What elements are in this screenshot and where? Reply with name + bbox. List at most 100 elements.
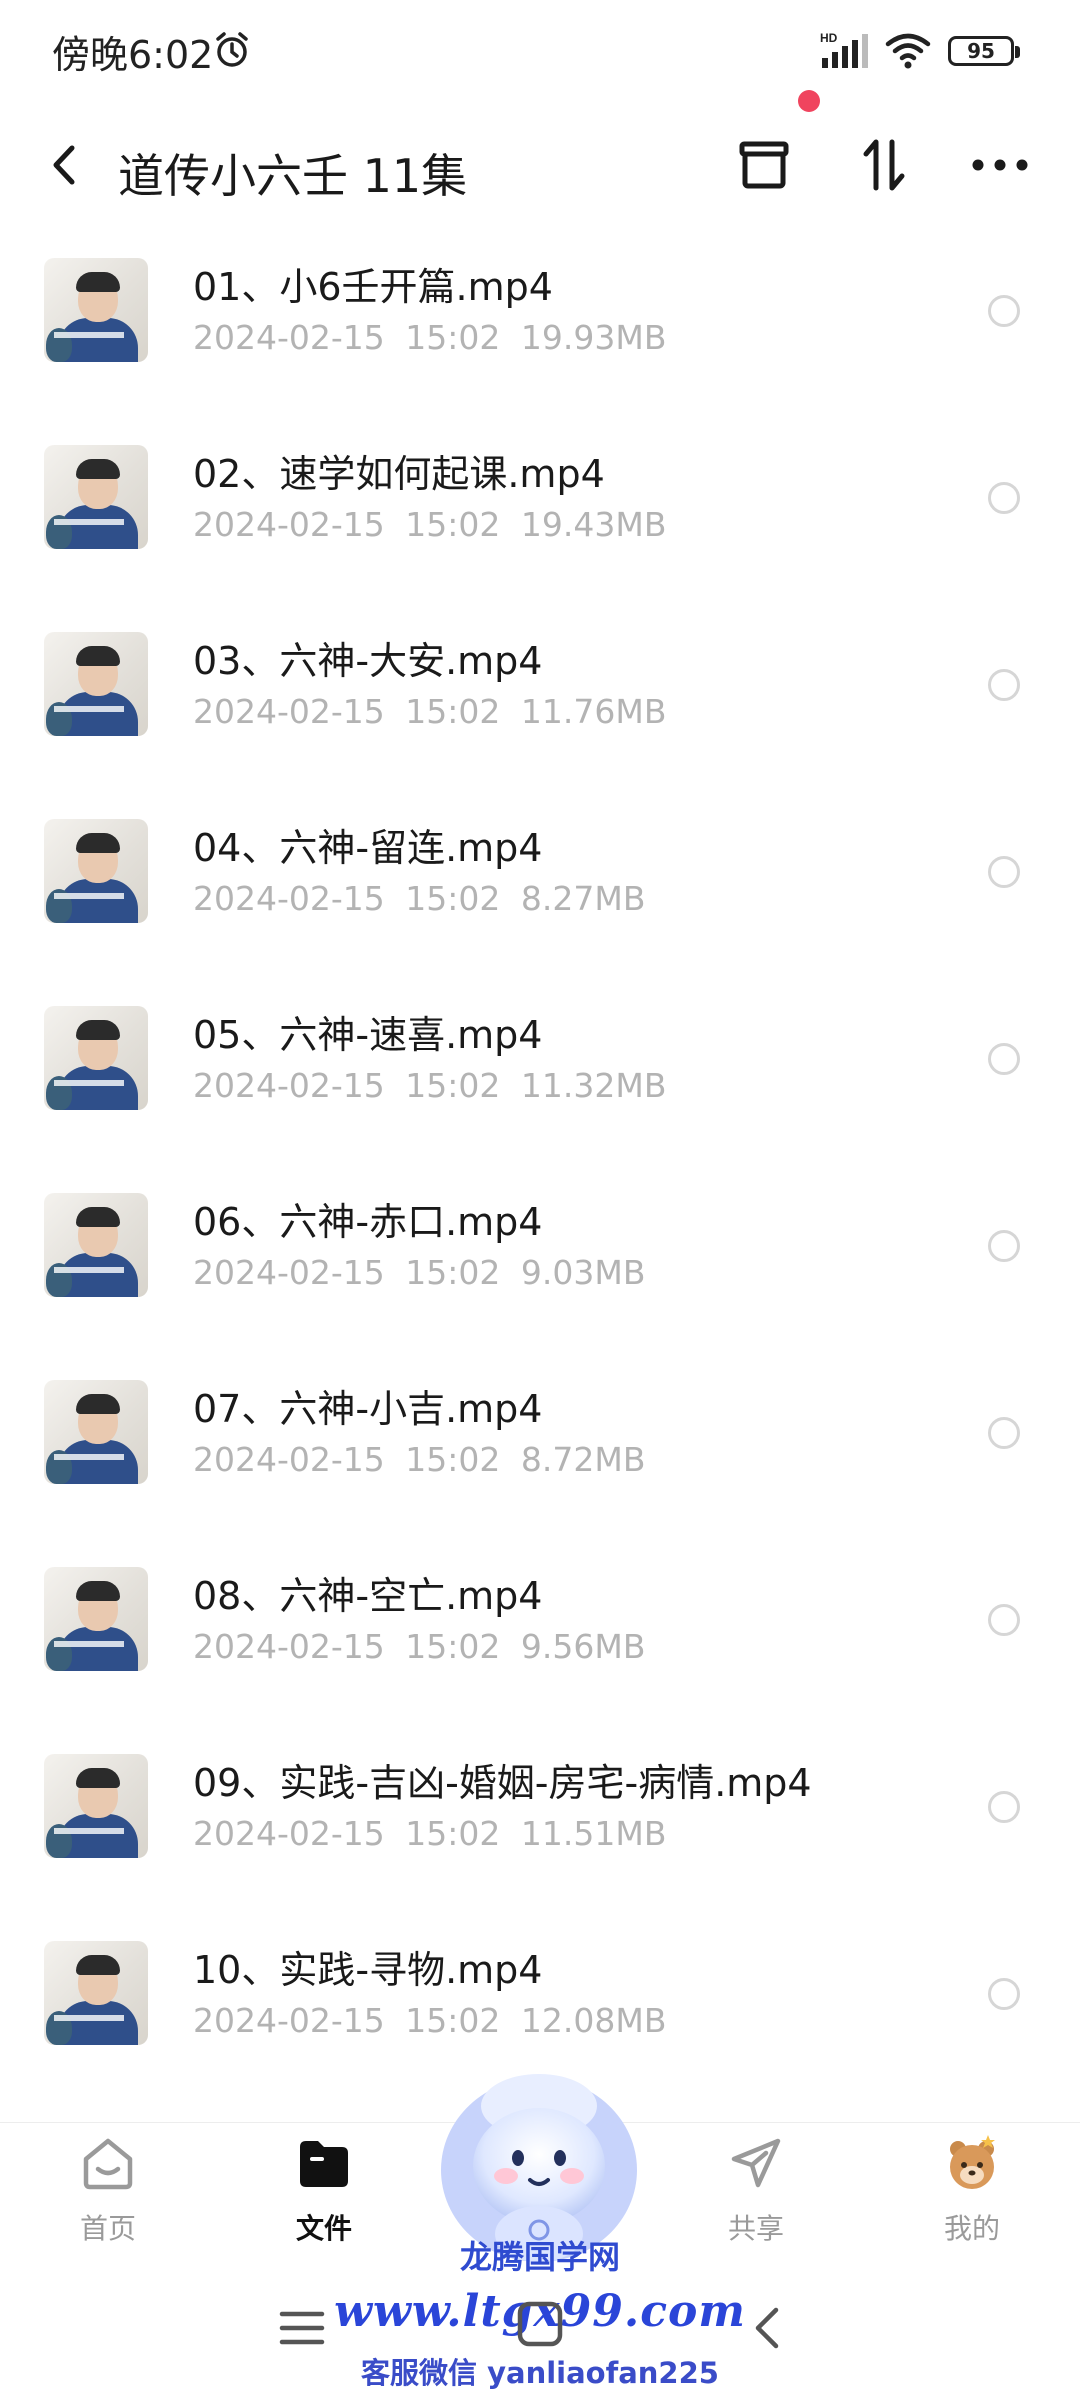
file-name: 06、六神-赤口.mp4 [193, 1200, 543, 1244]
file-date: 2024-02-15 [193, 1066, 385, 1105]
battery-indicator: 95 [948, 36, 1020, 66]
status-time: 傍晚6:02 [52, 33, 214, 77]
file-name: 05、六神-速喜.mp4 [193, 1013, 543, 1057]
folder-icon [300, 2141, 348, 2187]
file-size: 12.08MB [520, 2001, 667, 2040]
file-row[interactable]: 02、速学如何起课.mp4 2024-02-15 15:02 19.43MB [0, 405, 1080, 592]
menu-icon[interactable] [276, 2302, 328, 2354]
file-row[interactable]: 04、六神-留连.mp4 2024-02-15 15:02 8.27MB [0, 779, 1080, 966]
video-thumbnail [44, 1380, 148, 1484]
file-meta: 2024-02-15 15:02 11.51MB [193, 1814, 666, 1853]
file-row[interactable]: 03、六神-大安.mp4 2024-02-15 15:02 11.76MB [0, 592, 1080, 779]
file-row[interactable]: 06、六神-赤口.mp4 2024-02-15 15:02 9.03MB [0, 1153, 1080, 1340]
file-time: 15:02 [405, 879, 501, 918]
file-meta: 2024-02-15 15:02 8.27MB [193, 879, 645, 918]
select-checkbox[interactable] [988, 1417, 1020, 1449]
file-meta: 2024-02-15 15:02 8.72MB [193, 1440, 645, 1479]
video-thumbnail [44, 1567, 148, 1671]
watermark-contact: 客服微信 yanliaofan225 [361, 2356, 719, 2390]
file-date: 2024-02-15 [193, 1440, 385, 1479]
select-checkbox[interactable] [988, 1230, 1020, 1262]
file-row[interactable]: 08、六神-空亡.mp4 2024-02-15 15:02 9.56MB [0, 1527, 1080, 1714]
file-size: 11.32MB [520, 1066, 667, 1105]
select-checkbox[interactable] [988, 669, 1020, 701]
file-name: 10、实践-寻物.mp4 [193, 1948, 543, 1992]
file-size: 8.72MB [520, 1440, 646, 1479]
select-checkbox[interactable] [988, 1978, 1020, 2010]
file-row[interactable]: 09、实践-吉凶-婚姻-房宅-病情.mp4 2024-02-15 15:02 11… [0, 1714, 1080, 1901]
file-date: 2024-02-15 [193, 505, 385, 544]
select-checkbox[interactable] [988, 1791, 1020, 1823]
status-bar: 傍晚6:02 HD 95 [0, 0, 1080, 100]
file-time: 15:02 [405, 2001, 501, 2040]
alarm-icon [216, 32, 248, 67]
file-size: 19.93MB [520, 318, 667, 357]
file-meta: 2024-02-15 15:02 19.43MB [193, 505, 666, 544]
file-date: 2024-02-15 [193, 1814, 385, 1853]
file-name: 07、六神-小吉.mp4 [193, 1387, 543, 1431]
file-time: 15:02 [405, 692, 501, 731]
notification-dot [798, 90, 820, 112]
file-time: 15:02 [405, 1066, 501, 1105]
file-name: 04、六神-留连.mp4 [193, 826, 543, 870]
watermark-name: 龙腾国学网 [459, 2238, 620, 2276]
file-date: 2024-02-15 [193, 879, 385, 918]
file-meta: 2024-02-15 15:02 9.03MB [193, 1253, 645, 1292]
file-time: 15:02 [405, 505, 501, 544]
file-size: 11.76MB [520, 692, 667, 731]
sort-icon[interactable] [856, 120, 912, 210]
file-row[interactable]: 05、六神-速喜.mp4 2024-02-15 15:02 11.32MB [0, 966, 1080, 1153]
video-thumbnail [44, 1193, 148, 1297]
file-time: 15:02 [405, 1253, 501, 1292]
share-icon [731, 2138, 781, 2188]
select-checkbox[interactable] [988, 1604, 1020, 1636]
file-name: 02、速学如何起课.mp4 [193, 452, 605, 496]
home-button-icon[interactable] [512, 2296, 568, 2352]
file-name: 01、小6壬开篇.mp4 [193, 265, 553, 309]
system-back-icon[interactable] [748, 2300, 788, 2356]
file-date: 2024-02-15 [193, 1627, 385, 1666]
file-meta: 2024-02-15 15:02 19.93MB [193, 318, 666, 357]
file-date: 2024-02-15 [193, 1253, 385, 1292]
file-row[interactable]: 10、实践-寻物.mp4 2024-02-15 15:02 12.08MB [0, 1901, 1080, 2088]
video-thumbnail [44, 819, 148, 923]
profile-icon [950, 2135, 995, 2189]
file-size: 9.56MB [520, 1627, 646, 1666]
video-thumbnail [44, 445, 148, 549]
select-checkbox[interactable] [988, 856, 1020, 888]
file-size: 11.51MB [520, 1814, 667, 1853]
video-thumbnail [44, 1754, 148, 1858]
file-size: 9.03MB [520, 1253, 646, 1292]
video-thumbnail [44, 258, 148, 362]
select-checkbox[interactable] [988, 295, 1020, 327]
header-bar: 道传小六壬 11集 [0, 90, 1080, 230]
file-meta: 2024-02-15 15:02 11.76MB [193, 692, 666, 731]
file-name: 08、六神-空亡.mp4 [193, 1574, 543, 1618]
signal-icon: HD [820, 31, 868, 68]
file-name: 09、实践-吉凶-婚姻-房宅-病情.mp4 [193, 1761, 812, 1805]
file-time: 15:02 [405, 1440, 501, 1479]
file-meta: 2024-02-15 15:02 12.08MB [193, 2001, 666, 2040]
select-checkbox[interactable] [988, 482, 1020, 514]
file-row[interactable]: 07、六神-小吉.mp4 2024-02-15 15:02 8.72MB [0, 1340, 1080, 1527]
more-icon[interactable] [970, 120, 1030, 210]
video-thumbnail [44, 1941, 148, 2045]
file-date: 2024-02-15 [193, 692, 385, 731]
archive-icon[interactable] [736, 120, 792, 210]
back-icon[interactable] [40, 120, 90, 210]
file-size: 8.27MB [520, 879, 646, 918]
video-thumbnail [44, 1006, 148, 1110]
file-size: 19.43MB [520, 505, 667, 544]
file-time: 15:02 [405, 1627, 501, 1666]
home-icon [83, 2138, 133, 2190]
file-time: 15:02 [405, 1814, 501, 1853]
wifi-icon [885, 33, 931, 69]
file-meta: 2024-02-15 15:02 9.56MB [193, 1627, 645, 1666]
video-thumbnail [44, 632, 148, 736]
page-title: 道传小六壬 11集 [118, 149, 468, 203]
file-meta: 2024-02-15 15:02 11.32MB [193, 1066, 666, 1105]
select-checkbox[interactable] [988, 1043, 1020, 1075]
file-row[interactable]: 01、小6壬开篇.mp4 2024-02-15 15:02 19.93MB [0, 218, 1080, 405]
file-name: 03、六神-大安.mp4 [193, 639, 543, 683]
file-list: 01、小6壬开篇.mp4 2024-02-15 15:02 19.93MB 02、速… [0, 218, 1080, 2088]
